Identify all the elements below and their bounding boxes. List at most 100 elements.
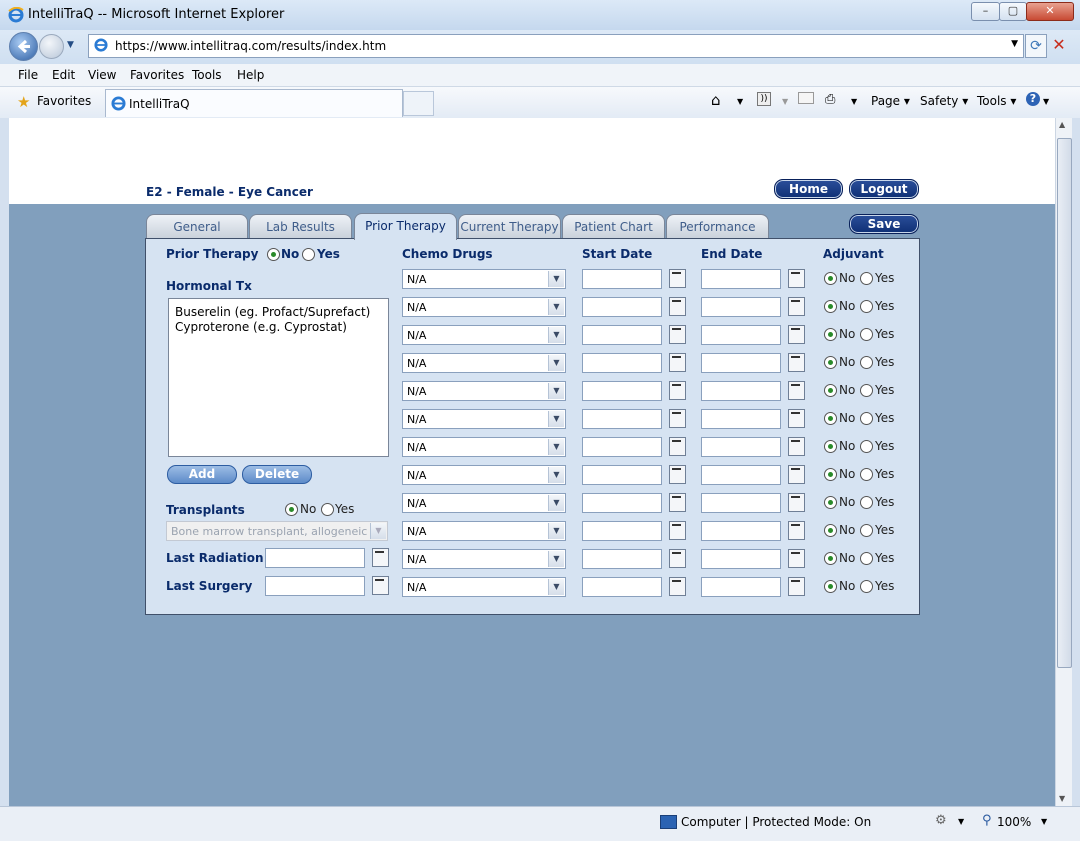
- tab-performance[interactable]: Performance: [666, 214, 769, 239]
- chemo-drug-select[interactable]: N/A ▼: [402, 493, 566, 513]
- zoom-level[interactable]: 100%: [997, 815, 1031, 829]
- transplants-yes-radio[interactable]: [321, 503, 334, 516]
- calendar-icon[interactable]: [788, 269, 805, 288]
- calendar-icon[interactable]: [669, 353, 686, 372]
- calendar-icon[interactable]: [669, 269, 686, 288]
- adjuvant-yes-radio[interactable]: [860, 524, 873, 537]
- close-window-button[interactable]: ✕: [1026, 2, 1074, 21]
- calendar-icon[interactable]: [788, 325, 805, 344]
- tab-general[interactable]: General: [146, 214, 248, 239]
- forward-button[interactable]: [39, 34, 64, 59]
- adjuvant-no-radio[interactable]: [824, 440, 837, 453]
- new-tab-button[interactable]: [403, 91, 434, 116]
- end-date-input[interactable]: [701, 549, 781, 569]
- minimize-button[interactable]: –: [971, 2, 1000, 21]
- calendar-icon[interactable]: [788, 381, 805, 400]
- help-dropdown-icon[interactable]: ▼: [1043, 97, 1049, 106]
- adjuvant-yes-radio[interactable]: [860, 300, 873, 313]
- adjuvant-no-radio[interactable]: [824, 328, 837, 341]
- start-date-input[interactable]: [582, 577, 662, 597]
- start-date-input[interactable]: [582, 297, 662, 317]
- delete-button[interactable]: Delete: [242, 465, 312, 484]
- calendar-icon[interactable]: [669, 409, 686, 428]
- calendar-icon[interactable]: [669, 437, 686, 456]
- adjuvant-yes-radio[interactable]: [860, 496, 873, 509]
- chemo-drug-select[interactable]: N/A ▼: [402, 521, 566, 541]
- end-date-input[interactable]: [701, 409, 781, 429]
- calendar-icon[interactable]: [669, 549, 686, 568]
- end-date-input[interactable]: [701, 493, 781, 513]
- adjuvant-no-radio[interactable]: [824, 384, 837, 397]
- chemo-drug-select[interactable]: N/A ▼: [402, 437, 566, 457]
- start-date-input[interactable]: [582, 409, 662, 429]
- home-icon[interactable]: ⌂: [711, 91, 721, 109]
- chemo-drug-select[interactable]: N/A ▼: [402, 325, 566, 345]
- end-date-input[interactable]: [701, 437, 781, 457]
- start-date-input[interactable]: [582, 381, 662, 401]
- save-button[interactable]: Save: [849, 214, 919, 234]
- list-item[interactable]: Cyproterone (e.g. Cyprostat): [175, 320, 347, 334]
- end-date-input[interactable]: [701, 381, 781, 401]
- menu-edit[interactable]: Edit: [52, 68, 75, 82]
- address-dropdown-icon[interactable]: ▼: [1011, 39, 1018, 49]
- tab-patient-chart[interactable]: Patient Chart: [562, 214, 665, 239]
- maximize-button[interactable]: ▢: [999, 2, 1027, 21]
- end-date-input[interactable]: [701, 577, 781, 597]
- calendar-icon[interactable]: [669, 465, 686, 484]
- adjuvant-yes-radio[interactable]: [860, 328, 873, 341]
- end-date-input[interactable]: [701, 521, 781, 541]
- prior-therapy-no-radio[interactable]: [267, 248, 280, 261]
- calendar-icon[interactable]: [788, 353, 805, 372]
- end-date-input[interactable]: [701, 325, 781, 345]
- adjuvant-no-radio[interactable]: [824, 272, 837, 285]
- adjuvant-no-radio[interactable]: [824, 552, 837, 565]
- menu-file[interactable]: File: [18, 68, 38, 82]
- mail-icon[interactable]: [798, 92, 814, 104]
- print-icon[interactable]: ⎙: [825, 92, 835, 107]
- calendar-icon[interactable]: [788, 521, 805, 540]
- start-date-input[interactable]: [582, 521, 662, 541]
- tab-prior-therapy[interactable]: Prior Therapy: [354, 213, 457, 240]
- adjuvant-no-radio[interactable]: [824, 356, 837, 369]
- adjuvant-yes-radio[interactable]: [860, 468, 873, 481]
- stop-button[interactable]: ✕: [1048, 34, 1070, 56]
- calendar-icon[interactable]: [372, 548, 389, 567]
- adjuvant-no-radio[interactable]: [824, 524, 837, 537]
- browser-tab-active[interactable]: IntelliTraQ: [105, 89, 403, 117]
- calendar-icon[interactable]: [788, 549, 805, 568]
- calendar-icon[interactable]: [372, 576, 389, 595]
- home-dropdown-icon[interactable]: ▼: [737, 97, 743, 106]
- menu-view[interactable]: View: [88, 68, 116, 82]
- adjuvant-no-radio[interactable]: [824, 412, 837, 425]
- logout-button[interactable]: Logout: [849, 179, 919, 199]
- tab-lab-results[interactable]: Lab Results: [249, 214, 352, 239]
- last-surgery-input[interactable]: [265, 576, 365, 596]
- chemo-drug-select[interactable]: N/A ▼: [402, 353, 566, 373]
- favorites-button[interactable]: Favorites: [37, 94, 91, 108]
- start-date-input[interactable]: [582, 549, 662, 569]
- calendar-icon[interactable]: [788, 297, 805, 316]
- adjuvant-yes-radio[interactable]: [860, 552, 873, 565]
- zoom-dropdown-icon[interactable]: ▼: [1041, 817, 1047, 826]
- help-icon[interactable]: ?: [1026, 92, 1040, 106]
- hormonal-tx-listbox[interactable]: Buserelin (eg. Profact/Suprefact) Cyprot…: [168, 298, 389, 457]
- menu-help[interactable]: Help: [237, 68, 264, 82]
- start-date-input[interactable]: [582, 353, 662, 373]
- transplant-select[interactable]: Bone marrow transplant, allogeneic ▼: [166, 521, 388, 541]
- adjuvant-no-radio[interactable]: [824, 300, 837, 313]
- adjuvant-yes-radio[interactable]: [860, 356, 873, 369]
- adjuvant-no-radio[interactable]: [824, 496, 837, 509]
- chemo-drug-select[interactable]: N/A ▼: [402, 269, 566, 289]
- address-bar[interactable]: https://www.intellitraq.com/results/inde…: [88, 34, 1024, 58]
- list-item[interactable]: Buserelin (eg. Profact/Suprefact): [175, 305, 370, 319]
- end-date-input[interactable]: [701, 269, 781, 289]
- chemo-drug-select[interactable]: N/A ▼: [402, 297, 566, 317]
- prior-therapy-yes-radio[interactable]: [302, 248, 315, 261]
- calendar-icon[interactable]: [788, 465, 805, 484]
- start-date-input[interactable]: [582, 465, 662, 485]
- tab-current-therapy[interactable]: Current Therapy: [458, 214, 561, 239]
- tools-menu[interactable]: Tools ▾: [977, 94, 1016, 108]
- calendar-icon[interactable]: [788, 409, 805, 428]
- chemo-drug-select[interactable]: N/A ▼: [402, 409, 566, 429]
- start-date-input[interactable]: [582, 437, 662, 457]
